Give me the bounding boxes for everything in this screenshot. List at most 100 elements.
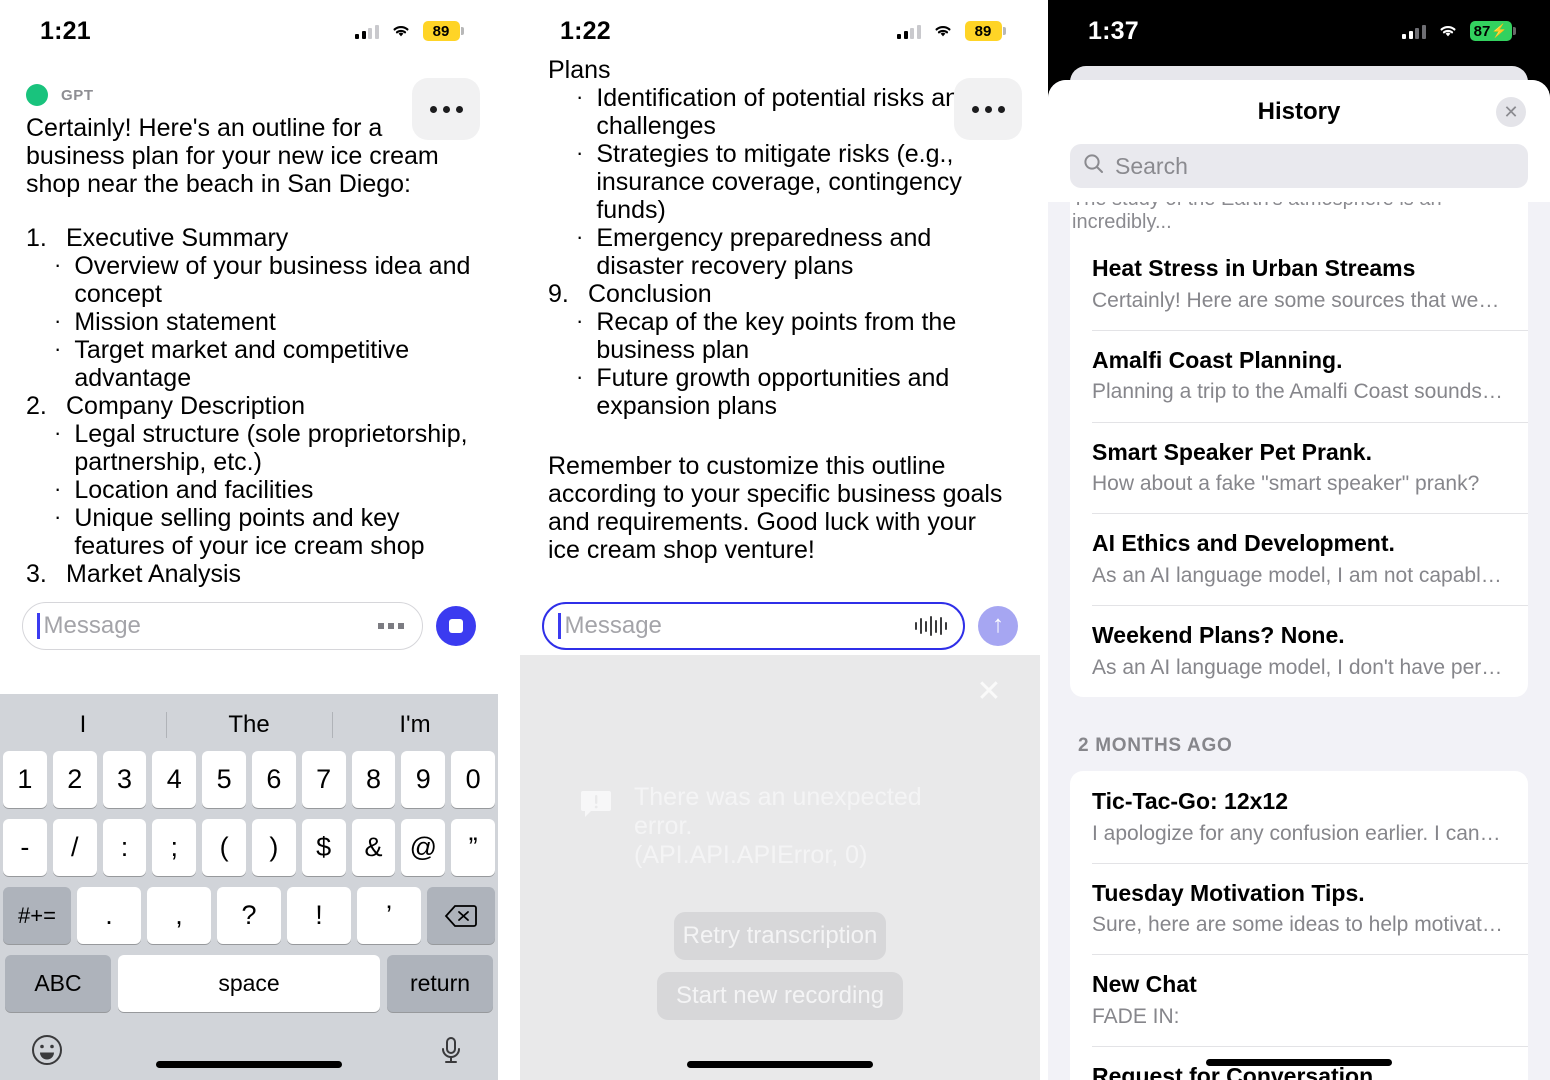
list-item[interactable]: Weekend Plans? None. As an AI language m… (1070, 605, 1528, 697)
key-colon[interactable]: : (102, 819, 147, 876)
list-item[interactable]: Smart Speaker Pet Prank. How about a fak… (1070, 421, 1528, 514)
delete-key[interactable] (427, 887, 495, 944)
cellular-signal-icon (897, 24, 921, 39)
key-4[interactable]: 4 (152, 751, 197, 808)
list-item[interactable]: AI Ethics and Development. As an AI lang… (1070, 513, 1528, 605)
list-item: · Location and facilities (54, 476, 314, 504)
key-comma[interactable]: , (147, 887, 211, 944)
error-exclamation-icon (580, 789, 612, 824)
more-options-button[interactable] (954, 78, 1022, 140)
audio-waveform-icon[interactable] (914, 615, 947, 637)
message-input[interactable]: Message (22, 602, 423, 650)
list-item[interactable]: Tuesday Motivation Tips. Sure, here are … (1070, 862, 1528, 955)
chat-preview: As an AI language model, I am not capabl… (1092, 563, 1506, 587)
search-input[interactable]: Search (1070, 144, 1528, 188)
outline-sublist: · Recap of the key points from the busine… (576, 308, 1012, 420)
chat-title: Tuesday Motivation Tips. (1092, 879, 1365, 906)
emoji-icon[interactable] (30, 1033, 64, 1067)
close-icon[interactable]: ✕ (974, 677, 1004, 707)
home-indicator (687, 1061, 873, 1068)
battery-tip (1513, 27, 1516, 35)
dot (429, 105, 437, 113)
list-item: · Recap of the key points from the busine… (576, 308, 957, 364)
key-ampersand[interactable]: & (351, 819, 396, 876)
home-indicator (156, 1061, 342, 1068)
list-item[interactable]: Amalfi Coast Planning. Planning a trip t… (1070, 329, 1528, 422)
phone-panel-error: 1:22 89 Plans · Identification of potenti… (520, 0, 1040, 1080)
clipped-preview-text: The study of the Earth's atmosphere is a… (1072, 202, 1442, 233)
send-button[interactable]: ↑ (978, 606, 1018, 646)
key-symbols-toggle[interactable]: #+= (3, 887, 71, 944)
key-7[interactable]: 7 (301, 751, 346, 808)
prediction-0[interactable]: I (0, 711, 166, 739)
clipped-list-item[interactable]: The study of the Earth's atmosphere is a… (1070, 202, 1528, 238)
key-0[interactable]: 0 (451, 751, 495, 808)
history-group-2-months: Tic-Tac-Go: 12x12 I apologize for any co… (1070, 770, 1528, 1080)
retry-transcription-button[interactable]: Retry transcription (674, 912, 886, 960)
list-item: · Overview of your business idea and conc… (54, 252, 471, 308)
message-composer: Message ↑ (520, 601, 1040, 651)
key-quote[interactable]: ” (451, 819, 495, 876)
wifi-icon (932, 23, 954, 39)
key-5[interactable]: 5 (202, 751, 246, 808)
key-period[interactable]: . (77, 887, 141, 944)
outline-list: 9. Conclusion · Recap of the key points f… (548, 280, 1012, 420)
error-content: There was an unexpected error. (API.API.… (520, 783, 1040, 1020)
key-slash[interactable]: / (52, 819, 97, 876)
search-placeholder: Search (1115, 152, 1188, 179)
cellular-signal-icon (1402, 24, 1426, 39)
key-paren-open[interactable]: ( (202, 819, 246, 876)
more-options-button[interactable] (412, 78, 480, 140)
outline-item: 3. Market Analysis (26, 560, 472, 588)
list-item[interactable]: New Chat FADE IN: (1070, 954, 1528, 1046)
status-time: 1:37 (1088, 16, 1139, 45)
key-space[interactable]: space (118, 955, 380, 1012)
battery-percent: 87 (1473, 22, 1491, 40)
history-group-recent: Heat Stress in Urban Streams Certainly! … (1070, 238, 1528, 697)
battery-level: 87 ⚡ (1469, 21, 1512, 41)
chat-preview: How about a fake "smart speaker" prank? (1092, 472, 1480, 496)
key-9[interactable]: 9 (401, 751, 446, 808)
history-list[interactable]: The study of the Earth's atmosphere is a… (1048, 202, 1550, 1080)
key-at[interactable]: @ (401, 819, 446, 876)
key-exclamation[interactable]: ! (287, 887, 351, 944)
key-abc[interactable]: ABC (5, 955, 111, 1012)
key-6[interactable]: 6 (252, 751, 296, 808)
message-input[interactable]: Message (542, 602, 965, 650)
battery-tip (461, 27, 464, 35)
prediction-1[interactable]: The (166, 711, 332, 739)
list-item: · Mission statement (54, 308, 276, 336)
dot (997, 105, 1005, 113)
chat-transcript[interactable]: GPT Certainly! Here's an outline for a b… (0, 84, 498, 588)
microphone-icon[interactable] (434, 1033, 468, 1067)
prediction-2[interactable]: I'm (332, 711, 498, 739)
stop-recording-button[interactable] (436, 606, 476, 646)
dot (455, 105, 463, 113)
key-apostrophe[interactable]: ’ (357, 887, 421, 944)
key-paren-close[interactable]: ) (252, 819, 296, 876)
outline-sublist: · Overview of your business idea and conc… (54, 252, 472, 392)
list-item: · Future growth opportunities and expansi… (576, 364, 950, 420)
start-new-recording-button[interactable]: Start new recording (657, 972, 903, 1020)
key-8[interactable]: 8 (351, 751, 396, 808)
list-item[interactable]: Heat Stress in Urban Streams Certainly! … (1070, 238, 1528, 330)
keyboard-row-symbols: - / : ; ( ) $ & @ ” (0, 819, 498, 876)
message-intro: Certainly! Here's an outline for a busin… (26, 114, 439, 198)
key-hyphen[interactable]: - (3, 819, 47, 876)
dot (971, 105, 979, 113)
key-dollar[interactable]: $ (301, 819, 346, 876)
status-indicators: 89 (897, 21, 1006, 41)
message-header: GPT (26, 84, 472, 106)
key-3[interactable]: 3 (102, 751, 147, 808)
key-2[interactable]: 2 (52, 751, 97, 808)
key-1[interactable]: 1 (3, 751, 47, 808)
outline-sublist: · Legal structure (sole proprietorship, p… (54, 420, 472, 560)
close-icon[interactable]: ✕ (1496, 97, 1526, 127)
key-question[interactable]: ? (217, 887, 281, 944)
list-item: · Identification of potential risks and c… (576, 84, 973, 140)
status-time: 1:22 (560, 16, 611, 45)
key-return[interactable]: return (387, 955, 493, 1012)
chat-title: Tic-Tac-Go: 12x12 (1092, 787, 1289, 814)
key-semicolon[interactable]: ; (152, 819, 197, 876)
list-item[interactable]: Tic-Tac-Go: 12x12 I apologize for any co… (1070, 771, 1528, 863)
